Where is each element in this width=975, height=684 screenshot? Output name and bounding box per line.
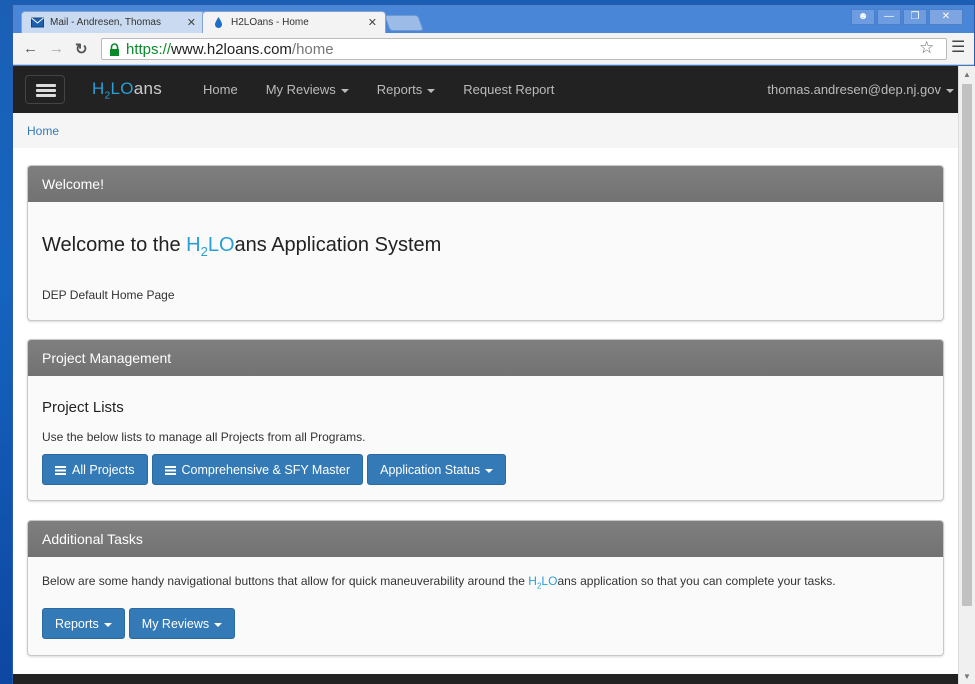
tab-mail-label: Mail - Andresen, Thomas [50, 17, 161, 28]
url-host: www.h2loans.com [171, 41, 292, 58]
project-lists-description: Use the below lists to manage all Projec… [42, 430, 366, 444]
additional-tasks-description: Below are some handy navigational button… [42, 574, 836, 591]
tab-strip: Mail - Andresen, Thomas ✕ H2LOans - Home… [13, 5, 974, 33]
close-tab-icon[interactable]: ✕ [187, 16, 196, 29]
bookmark-star-icon[interactable]: ☆ [919, 38, 934, 58]
lock-icon [110, 43, 119, 56]
new-tab-button[interactable] [384, 15, 424, 31]
scrollbar-thumb[interactable] [962, 84, 972, 606]
welcome-subtitle: DEP Default Home Page [42, 288, 175, 302]
tab-h2loans[interactable]: H2LOans - Home ✕ [202, 11, 386, 33]
minimize-icon[interactable]: — [877, 9, 901, 25]
caret-down-icon [103, 622, 112, 627]
close-icon[interactable]: ✕ [929, 9, 963, 25]
scroll-up-icon[interactable]: ▲ [963, 70, 971, 79]
brand-logo[interactable]: H2LOans [92, 79, 162, 101]
scroll-down-icon[interactable]: ▼ [963, 672, 971, 681]
my-reviews-button[interactable]: My Reviews [128, 608, 236, 639]
project-management-panel: Project Management Project Lists Use the… [27, 339, 944, 501]
user-email: thomas.andresen@dep.nj.gov [767, 82, 941, 97]
breadcrumb-home-link[interactable]: Home [27, 124, 59, 138]
close-tab-icon[interactable]: ✕ [368, 16, 377, 29]
reload-icon[interactable]: ↻ [75, 40, 88, 58]
mail-icon [31, 17, 44, 28]
caret-down-icon [427, 88, 436, 93]
welcome-panel: Welcome! Welcome to the H2LOans Applicat… [27, 165, 944, 321]
back-icon[interactable]: ← [23, 40, 38, 57]
application-status-button[interactable]: Application Status [367, 454, 507, 485]
list-icon [164, 466, 176, 475]
user-menu[interactable]: thomas.andresen@dep.nj.gov [767, 82, 958, 97]
forward-icon[interactable]: → [49, 40, 64, 57]
project-lists-title: Project Lists [42, 399, 124, 416]
list-icon [55, 466, 66, 475]
project-management-heading: Project Management [28, 340, 943, 376]
nav-reports[interactable]: Reports [363, 66, 450, 113]
menu-icon[interactable]: ☰ [951, 37, 965, 57]
nav-request-report[interactable]: Request Report [449, 66, 568, 113]
restore-icon[interactable]: ❐ [903, 9, 927, 25]
nav-home[interactable]: Home [189, 66, 252, 113]
caret-down-icon [485, 468, 494, 473]
comprehensive-sfy-master-button[interactable]: Comprehensive & SFY Master [151, 454, 364, 485]
main-content: Welcome! Welcome to the H2LOans Applicat… [13, 148, 958, 684]
url-scheme: https:// [126, 41, 172, 58]
hamburger-menu-button[interactable] [25, 75, 65, 104]
caret-down-icon [214, 622, 223, 627]
reports-button[interactable]: Reports [42, 608, 125, 639]
h2loans-drop-icon [215, 17, 222, 28]
page-footer [13, 674, 958, 684]
window-controls: ☻ — ❐ ✕ [851, 9, 963, 25]
user-icon[interactable]: ☻ [851, 9, 875, 25]
tab-mail[interactable]: Mail - Andresen, Thomas ✕ [21, 11, 205, 33]
all-projects-button[interactable]: All Projects [42, 454, 148, 485]
tab-h2loans-label: H2LOans - Home [231, 17, 309, 28]
welcome-title: Welcome to the H2LOans Application Syste… [42, 234, 442, 259]
browser-toolbar: ← → ↻ https://www.h2loans.com/home ☆ ☰ [13, 33, 974, 65]
vertical-scrollbar[interactable]: ▲ ▼ [958, 66, 975, 684]
page-viewport: H2LOans Home My Reviews Reports Request … [13, 66, 958, 684]
caret-down-icon [340, 88, 349, 93]
app-navbar: H2LOans Home My Reviews Reports Request … [13, 66, 958, 113]
additional-tasks-heading: Additional Tasks [28, 521, 943, 557]
welcome-panel-heading: Welcome! [28, 166, 943, 202]
nav-my-reviews[interactable]: My Reviews [252, 66, 363, 113]
additional-tasks-panel: Additional Tasks Below are some handy na… [27, 520, 944, 656]
browser-window: Mail - Andresen, Thomas ✕ H2LOans - Home… [12, 4, 975, 684]
url-path: /home [291, 41, 334, 58]
address-bar[interactable]: https://www.h2loans.com/home [101, 38, 947, 60]
nav-links: Home My Reviews Reports Request Report [189, 66, 568, 113]
breadcrumb: Home [13, 113, 958, 148]
caret-down-icon [946, 88, 954, 93]
